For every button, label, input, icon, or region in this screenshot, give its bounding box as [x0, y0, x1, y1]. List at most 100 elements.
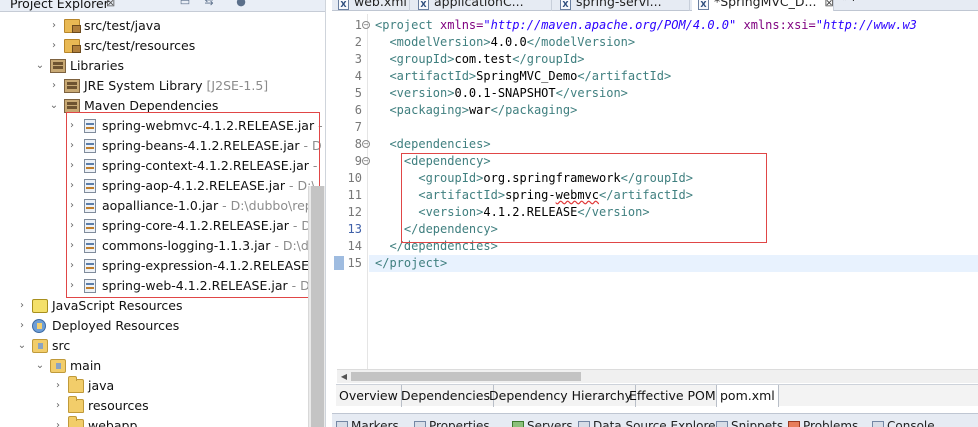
- bottom-tab-properties[interactable]: Properties: [412, 419, 490, 427]
- editor-tab[interactable]: Xspring-servl...: [554, 0, 690, 11]
- line-number: 9: [354, 154, 362, 168]
- bottom-tab-label: Servers: [527, 419, 573, 427]
- xml-text: com.test: [454, 52, 513, 66]
- bottom-tab-console[interactable]: Console: [870, 419, 935, 427]
- line-number: 7: [354, 120, 362, 134]
- bottom-tab-data-source-explorer[interactable]: Data Source Explorer: [576, 419, 720, 427]
- highlight-box-maven-jars: [66, 112, 320, 298]
- xml-text: SpringMVC_Demo: [476, 69, 578, 83]
- console-icon: [872, 421, 884, 427]
- collapsed-arrow-icon[interactable]: ›: [52, 396, 64, 416]
- view-menu-icon[interactable]: ●: [234, 0, 248, 8]
- bottom-tab-label: Markers: [351, 419, 399, 427]
- collapsed-arrow-icon[interactable]: ›: [16, 296, 28, 316]
- explorer-vertical-scrollbar[interactable]: [308, 186, 325, 427]
- collapsed-arrow-icon[interactable]: ›: [48, 16, 60, 36]
- code-line[interactable]: </project>: [375, 255, 447, 272]
- tree-item-label: webapp: [88, 418, 138, 427]
- collapsed-arrow-icon[interactable]: ›: [52, 416, 64, 427]
- tree-item-location: [J2SE-1.5]: [206, 78, 269, 93]
- expanded-arrow-icon[interactable]: ⌄: [48, 96, 60, 116]
- line-number: 6: [354, 103, 362, 117]
- properties-icon: [414, 421, 426, 427]
- pom-tab-effective-pom[interactable]: Effective POM: [626, 385, 720, 407]
- project-explorer-panel: Project Explorer ⊠ ▭ ⇆ ● › src/test/java ›…: [0, 0, 326, 427]
- xml-text: [375, 35, 389, 49]
- bottom-views-tab-bar: Markers Properties Servers Data Source Expl…: [332, 413, 978, 427]
- collapsed-arrow-icon[interactable]: ›: [16, 316, 28, 336]
- library-icon: [64, 79, 80, 93]
- xml-tag: </packaging>: [490, 103, 578, 117]
- xml-file-icon: X: [418, 0, 429, 10]
- code-line[interactable]: <packaging>war</packaging>: [375, 102, 577, 119]
- collapsed-arrow-icon[interactable]: ›: [48, 76, 60, 96]
- scroll-left-icon[interactable]: ◀: [337, 370, 351, 383]
- code-line[interactable]: <artifactId>SpringMVC_Demo</artifactId>: [375, 68, 671, 85]
- code-line[interactable]: <groupId>com.test</groupId>: [375, 51, 585, 68]
- tree-item-label: src/test/resources: [84, 38, 196, 53]
- data-source-explorer-icon: [578, 421, 590, 427]
- bottom-tab-problems[interactable]: Problems: [786, 419, 858, 427]
- fold-toggle-icon[interactable]: −: [362, 21, 370, 29]
- pom-tab-dependency-hierarchy[interactable]: Dependency Hierarchy: [486, 385, 637, 407]
- pom-editor: Xweb.xml XapplicationC... Xspring-servl...…: [332, 0, 978, 427]
- xml-text: war: [468, 103, 491, 117]
- xml-text: [375, 86, 389, 100]
- xml-text: [375, 103, 389, 117]
- line-number: 5: [354, 86, 362, 100]
- xml-attribute: xmlns=: [440, 18, 484, 32]
- editor-tab[interactable]: X *SpringMVC_D... ⊠: [692, 0, 834, 11]
- fold-toggle-icon[interactable]: −: [362, 140, 370, 148]
- tree-item-label: JavaScript Resources: [52, 298, 183, 313]
- explorer-scroll-thumb[interactable]: [311, 186, 324, 427]
- xml-tag: <modelVersion>: [389, 35, 491, 49]
- editor-tab[interactable]: Xweb.xml: [332, 0, 410, 11]
- library-icon: [64, 99, 80, 113]
- line-number: 3: [354, 52, 362, 66]
- pom-tab-pom-xml[interactable]: pom.xml: [716, 385, 779, 407]
- tree-item-label: Deployed Resources: [52, 318, 180, 333]
- package-folder-icon: [64, 19, 81, 33]
- xml-tag: </groupId>: [512, 52, 585, 66]
- xml-text: [375, 222, 404, 236]
- expanded-arrow-icon[interactable]: ⌄: [34, 356, 46, 376]
- pom-tab-dependencies[interactable]: Dependencies: [398, 385, 494, 407]
- editor-hscroll-thumb[interactable]: [351, 372, 581, 381]
- xml-tag: <packaging>: [389, 103, 469, 117]
- code-line[interactable]: <version>0.0.1-SNAPSHOT</version>: [375, 85, 627, 102]
- collapsed-arrow-icon[interactable]: ›: [48, 36, 60, 56]
- code-line[interactable]: <project xmlns="http://maven.apache.org/…: [375, 17, 917, 34]
- tree-item-label: Maven Dependencies: [84, 98, 219, 113]
- expanded-arrow-icon[interactable]: ⌄: [16, 336, 28, 356]
- collapsed-arrow-icon[interactable]: ›: [52, 376, 64, 396]
- code-area[interactable]: 1−2 3 4 5 6 7 8−9−10 11 12 13 14 15 <project xmlns=…: [332, 14, 978, 369]
- collapse-all-icon[interactable]: ▭: [178, 0, 192, 8]
- highlight-box-dependency: [401, 153, 767, 243]
- line-number: 14: [347, 239, 362, 253]
- bottom-tab-servers[interactable]: Servers: [510, 419, 573, 427]
- xml-attribute: xmlns:xsi=: [743, 18, 816, 32]
- editor-tab[interactable]: XapplicationC...: [412, 0, 552, 11]
- bottom-tab-label: Problems: [803, 419, 859, 427]
- xml-text: 0.0.1-SNAPSHOT: [454, 86, 556, 100]
- bottom-tab-markers[interactable]: Markers: [334, 419, 399, 427]
- line-number: 4: [354, 69, 362, 83]
- line-number: 8: [354, 137, 362, 151]
- bottom-tab-label: Properties: [429, 419, 490, 427]
- xml-file-icon: X: [560, 0, 571, 10]
- code-line[interactable]: <modelVersion>4.0.0</modelVersion>: [375, 34, 635, 51]
- code-line[interactable]: <dependencies>: [375, 136, 490, 153]
- project-explorer-title: Project Explorer: [10, 0, 109, 11]
- project-explorer-header: Project Explorer ⊠ ▭ ⇆ ●: [0, 0, 325, 12]
- fold-toggle-icon[interactable]: −: [362, 157, 370, 165]
- more-tabs-button[interactable]: »4: [842, 0, 856, 5]
- xml-tag: </project>: [375, 256, 448, 270]
- close-tab-icon[interactable]: ⊠: [824, 0, 833, 9]
- tree-item-label: src: [52, 338, 71, 353]
- editor-horizontal-scrollbar[interactable]: ◀: [337, 369, 978, 383]
- pom-tab-overview[interactable]: Overview: [336, 385, 402, 407]
- close-view-icon[interactable]: ⊠: [106, 0, 115, 9]
- expanded-arrow-icon[interactable]: ⌄: [34, 56, 46, 76]
- bottom-tab-snippets[interactable]: Snippets: [714, 419, 783, 427]
- link-with-editor-icon[interactable]: ⇆: [202, 0, 216, 8]
